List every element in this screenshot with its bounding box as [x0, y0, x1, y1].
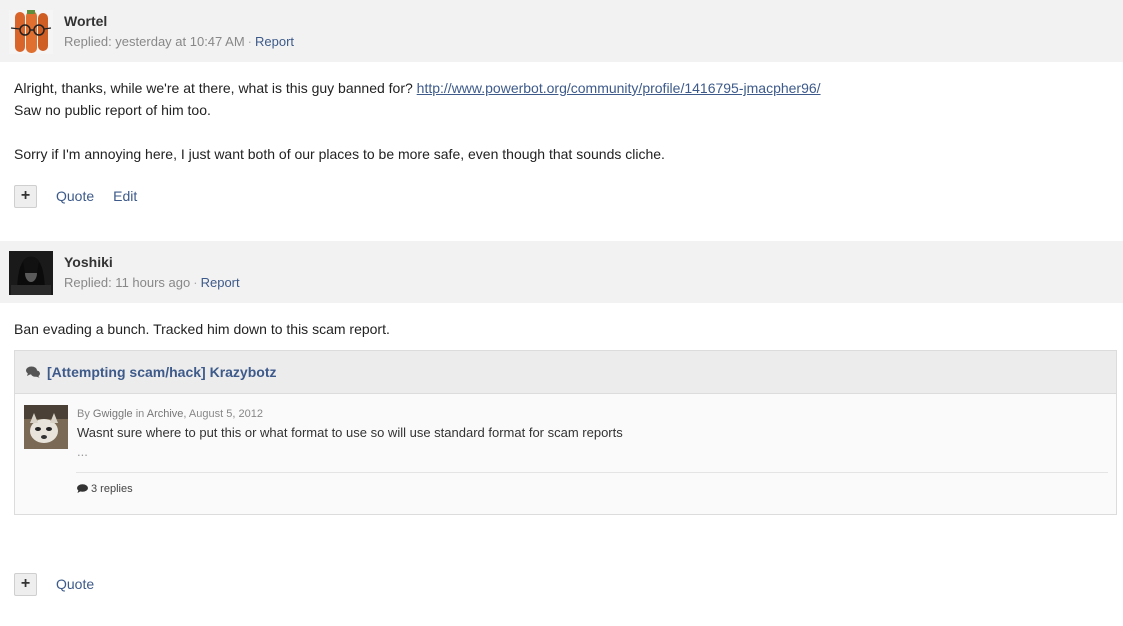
embedded-topic: [Attempting scam/hack] Krazybotz By Gwig…: [14, 350, 1117, 515]
post-content: Ban evading a bunch. Tracked him down to…: [14, 318, 1114, 340]
report-link[interactable]: Report: [201, 275, 240, 290]
edit-button[interactable]: Edit: [113, 188, 137, 204]
post-line: Ban evading a bunch. Tracked him down to…: [14, 321, 390, 337]
author-name[interactable]: Yoshiki: [64, 254, 113, 270]
replies-label: 3 replies: [91, 483, 133, 495]
avatar[interactable]: [24, 405, 68, 449]
meta-separator: ·: [193, 275, 198, 290]
plus-button[interactable]: +: [14, 184, 37, 208]
quote-button[interactable]: Quote: [56, 188, 94, 204]
plus-button[interactable]: +: [14, 572, 37, 596]
avatar[interactable]: [9, 251, 53, 295]
post-header: Yoshiki Replied: 11 hours ago · Report: [0, 241, 1123, 303]
replied-time: Replied: yesterday at 10:47 AM: [64, 34, 245, 49]
post-meta: Replied: 11 hours ago · Report: [64, 275, 240, 290]
embed-forum-link[interactable]: Archive: [147, 408, 184, 420]
post-meta: Replied: yesterday at 10:47 AM · Report: [64, 34, 294, 49]
avatar[interactable]: [9, 10, 53, 54]
comments-icon: [26, 366, 40, 378]
post-actions: + Quote Edit: [14, 184, 137, 208]
post-text: Alright, thanks, while we're at there, w…: [14, 80, 417, 96]
embed-date: , August 5, 2012: [183, 408, 263, 420]
embed-byline: By Gwiggle in Archive, August 5, 2012: [77, 408, 263, 420]
quote-button[interactable]: Quote: [56, 576, 94, 592]
comment-icon: [77, 484, 88, 493]
meta-separator: ·: [247, 34, 253, 49]
replies-count[interactable]: 3 replies: [77, 483, 133, 495]
divider: [76, 472, 1108, 473]
embed-ellipsis: ...: [77, 444, 88, 459]
embed-snippet: Wasnt sure where to put this or what for…: [77, 425, 623, 440]
report-link[interactable]: Report: [255, 34, 294, 49]
author-name[interactable]: Wortel: [64, 13, 107, 29]
in-label: in: [132, 408, 147, 420]
embed-body: By Gwiggle in Archive, August 5, 2012 Wa…: [15, 394, 1116, 514]
post-header: Wortel Replied: yesterday at 10:47 AM · Re…: [0, 0, 1123, 62]
post-content: Alright, thanks, while we're at there, w…: [14, 77, 1114, 165]
post-line: Alright, thanks, while we're at there, w…: [14, 77, 1114, 99]
replied-time: Replied: 11 hours ago: [64, 275, 191, 290]
embed-author-link[interactable]: Gwiggle: [93, 408, 133, 420]
profile-link[interactable]: http://www.powerbot.org/community/profil…: [417, 80, 821, 96]
by-label: By: [77, 408, 93, 420]
post-actions: + Quote: [14, 572, 94, 596]
embed-header: [Attempting scam/hack] Krazybotz: [15, 351, 1116, 394]
post-line: Sorry if I'm annoying here, I just want …: [14, 146, 665, 162]
embed-title-link[interactable]: [Attempting scam/hack] Krazybotz: [47, 364, 276, 380]
post-line: Saw no public report of him too.: [14, 102, 211, 118]
